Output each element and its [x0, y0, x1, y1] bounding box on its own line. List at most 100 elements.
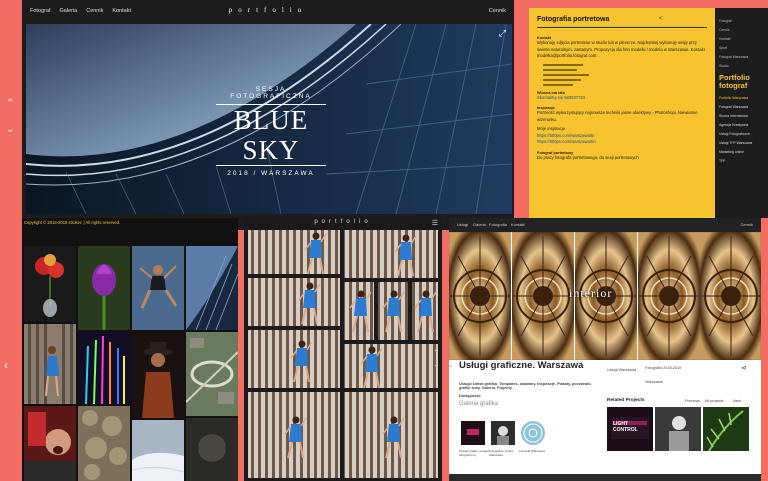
service-description: Usługi/ Łatwa grafika. Templates, zaawan…: [459, 382, 592, 390]
thumb-studio-image: [491, 421, 515, 445]
copyright-suffix: . | All rights reserved.: [81, 220, 121, 225]
sidebar-link-portfolio-warszawa[interactable]: Portfolio Warszawa: [719, 96, 764, 100]
sidebar-link-marketing[interactable]: Marketing online: [719, 150, 764, 154]
related-light-text: LIGHT CONTROL: [613, 421, 638, 433]
label-dostepnosc: Dostępność: [459, 394, 481, 398]
share-icon-2[interactable]: ⋖: [741, 364, 747, 372]
hero-date: 2018 / WARSZAWA: [227, 170, 315, 177]
page-title: Usługi graficzne. Warszawa: [459, 360, 584, 371]
sidebar-item-fotograf-warszawa[interactable]: Fotograf Warszawa: [719, 55, 764, 59]
fountain-image: [78, 332, 130, 404]
sidebar-item-kontakt[interactable]: Kontakt: [719, 37, 764, 41]
language-link[interactable]: Cennik: [489, 8, 506, 14]
sidebar-item-cennik[interactable]: Cennik: [719, 28, 764, 32]
bullet-list: [543, 63, 707, 86]
article-body-2: Portrecitć wykorzystujący najnowsze tech…: [537, 110, 698, 122]
copyright-prefix: Copyright © 2016-2019: [24, 220, 68, 225]
gallery-photo-sculpture[interactable]: [78, 406, 130, 481]
gallery-photo-snow[interactable]: [132, 420, 184, 481]
gallery-photo-man-shout[interactable]: [24, 406, 76, 481]
top-bar: Usługi Galeria Fotografia Kontakt Cennik: [449, 218, 761, 232]
related-photographer-image: [655, 407, 701, 451]
meta-warszawa: Warszawa: [645, 380, 663, 384]
chevron-up-icon[interactable]: ⌃: [6, 98, 14, 109]
inspiration-link-2[interactable]: https://500px.com/warszawa/tm: [537, 139, 707, 146]
thumb-light-control[interactable]: [461, 421, 485, 445]
related-prev-link[interactable]: Previous: [685, 399, 700, 403]
dark-image: [186, 418, 238, 481]
gallery-photo-girl-fence[interactable]: [24, 324, 76, 404]
nav-item-fotografia[interactable]: Fotografia: [489, 222, 507, 227]
gallery-copyright: Copyright © 2016-2019 stroker. | All rig…: [24, 220, 120, 225]
aerial-image: [186, 332, 238, 416]
hero-subtitle: SESJA FOTOGRAFICZNA: [230, 86, 312, 100]
flowers-image: [24, 246, 76, 322]
girl-fence-image: [24, 324, 76, 404]
related-next-link[interactable]: Next: [733, 399, 741, 403]
contact-phone-link[interactable]: Skontaktuj się 583537723: [537, 95, 707, 102]
share-icon[interactable]: <: [659, 16, 663, 22]
sidebar-link-strona[interactable]: Strona Internetowa: [719, 114, 764, 118]
thumb-studio[interactable]: [491, 421, 515, 445]
copyright-author-link[interactable]: stroker: [69, 220, 82, 225]
building-image: [186, 246, 238, 330]
nav-item-galeria-2[interactable]: Galeria: [473, 222, 486, 227]
article-body-3: Do pracy fotografa portretowego, do sesj…: [537, 154, 639, 160]
sidebar-link-uslugi-tfp[interactable]: Usługi TFP Warszawa: [719, 141, 764, 145]
sidebar-link-tfp[interactable]: TFP: [719, 159, 764, 163]
graphic-services-panel: Usługi Galeria Fotografia Kontakt Cennik: [449, 218, 761, 481]
hero-text: SESJA FOTOGRAFICZNA BLUE SKY 2018 / WARS…: [216, 86, 326, 177]
thumb-fotograf-image: [523, 423, 543, 443]
nav-item-kontakt-2[interactable]: Kontakt: [511, 222, 525, 227]
related-project-fern[interactable]: [703, 407, 749, 452]
bottom-footer-bar: [449, 474, 761, 481]
gallery-photo-dark[interactable]: [186, 418, 238, 481]
masonry-gallery-panel: Copyright © 2016-2019 stroker. | All rig…: [22, 218, 238, 481]
gallery-photo-dancer[interactable]: [132, 246, 184, 330]
sidebar-link-fotograf-warszawa[interactable]: Fotograf Warszawa: [719, 105, 764, 109]
related-project-light[interactable]: LIGHT CONTROL: [607, 407, 653, 451]
chevron-down-icon[interactable]: ⌄: [6, 124, 14, 135]
thumb-label-1: Projekt grafiki / projekt fotograficzny: [459, 449, 489, 457]
sidebar: Fotograf Cennik Kontakt Sport Fotograf W…: [715, 8, 768, 218]
tulip-image: [78, 246, 130, 330]
man-shout-image: [24, 406, 76, 481]
thumb-light-image: [461, 421, 485, 445]
thumb-fotograf[interactable]: [521, 421, 545, 445]
site-logo[interactable]: portfolio: [22, 6, 514, 14]
chevron-down-icon-3[interactable]: ⌄: [449, 360, 454, 369]
nav-item-uslugi[interactable]: Usługi: [457, 222, 468, 227]
hero-image: SESJA FOTOGRAFICZNA BLUE SKY 2018 / WARS…: [26, 24, 512, 214]
fence-photo-grid: [248, 230, 438, 478]
sidebar-link-agencja[interactable]: Agencja Kreatywna: [719, 123, 764, 127]
gallery-photo-aerial[interactable]: [186, 332, 238, 416]
sidebar-link-uslugi-foto[interactable]: Usługi Fotograficzne: [719, 132, 764, 136]
portrait-article-panel: Fotografia portretowa < Kontakt Wykonuję…: [529, 8, 768, 218]
chevron-left-icon[interactable]: ‹: [4, 358, 8, 372]
meta-fotografia: Fotografia 2018-2019: [645, 366, 682, 370]
sidebar-item-fotograf[interactable]: Fotograf: [719, 19, 764, 23]
related-project-photographer[interactable]: [655, 407, 701, 451]
fullscreen-icon[interactable]: ⤢: [499, 28, 506, 39]
sidebar-heading: Portfolio fotograf: [719, 73, 750, 90]
article-body-1: Wykonuję zdjęcia portretowe w studio lub…: [537, 40, 705, 58]
sidebar-item-studio[interactable]: Studio: [719, 64, 764, 68]
gallery-photo-fountain[interactable]: [78, 332, 130, 404]
gallery-photo-tulip[interactable]: [78, 246, 130, 330]
sidebar-item-sport[interactable]: Sport: [719, 46, 764, 50]
chevron-down-icon-2[interactable]: ⌄: [433, 360, 440, 369]
hat-man-image: [132, 332, 184, 418]
gallery-photo-flowers[interactable]: [24, 246, 76, 322]
blue-sky-panel: Fotograf Galeria Cennik Kontakt portfoli…: [22, 0, 514, 230]
gallery-photo-hat-man[interactable]: [132, 332, 184, 418]
meta-uslugi: Usługi Warszawa: [607, 368, 637, 372]
gallery-title: Galeria grafika: [459, 401, 499, 407]
gallery-photo-building[interactable]: [186, 246, 238, 330]
chevron-up-icon-2[interactable]: ⌃: [433, 348, 440, 357]
language-link-2[interactable]: Cennik: [741, 222, 753, 227]
interior-overlay-text: interior: [569, 286, 613, 300]
dancer-image: [132, 246, 184, 330]
thumb-label-3: Fotograf Warszawa: [519, 449, 545, 453]
related-all-link[interactable]: All projects: [705, 399, 724, 403]
hero-title: BLUE SKY: [216, 104, 326, 166]
